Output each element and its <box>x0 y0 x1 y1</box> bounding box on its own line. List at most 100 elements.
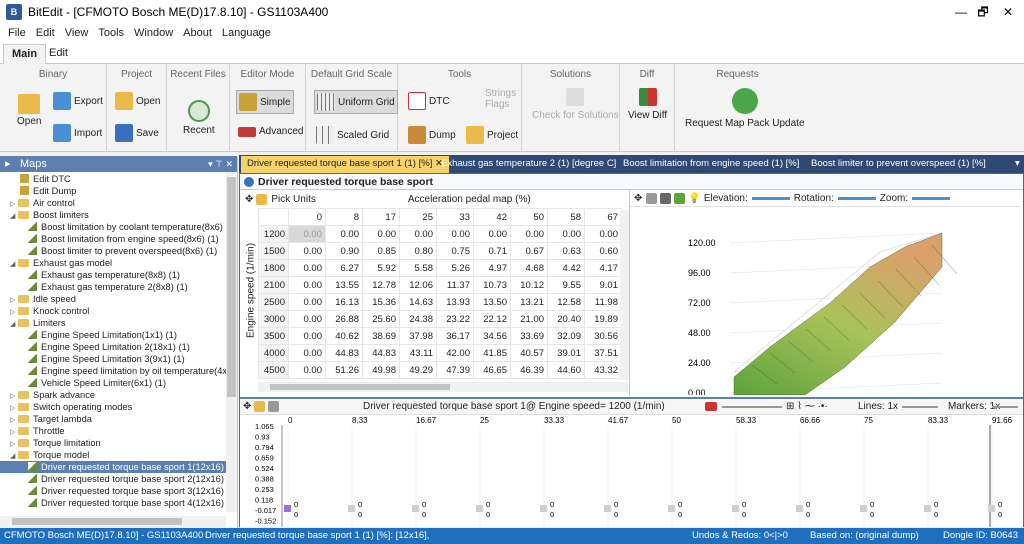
expand-icon[interactable]: ▸ <box>5 156 11 172</box>
tree-item[interactable]: Edit Dump <box>0 185 237 197</box>
data-point[interactable] <box>924 505 931 512</box>
uniform-grid-button[interactable]: Uniform Grid <box>314 90 398 114</box>
tree-item[interactable]: ◢ Exhaust gas model <box>0 257 237 269</box>
table-cell[interactable]: 44.83 <box>325 344 363 362</box>
table-cell[interactable]: 37.98 <box>399 327 437 345</box>
table-cell[interactable]: 37.51 <box>584 344 622 362</box>
table-cell[interactable]: 26.88 <box>325 310 363 328</box>
doc-tab-active[interactable]: Driver requested torque base sport 1 (1)… <box>241 156 449 173</box>
zoom-slider[interactable] <box>912 196 951 200</box>
table-cell[interactable]: 0.00 <box>288 310 326 328</box>
table-cell[interactable]: 0.00 <box>584 225 622 243</box>
table-cell[interactable]: 36.17 <box>436 327 474 345</box>
tree-item[interactable]: Driver requested torque base sport 1(12x… <box>0 461 237 473</box>
table-cell[interactable]: 33.69 <box>510 327 548 345</box>
menu-window[interactable]: Window <box>129 27 178 39</box>
tree-item[interactable]: ▷ Target lambda <box>0 413 237 425</box>
markers-slider[interactable] <box>992 406 1018 408</box>
column-header[interactable]: 67 <box>584 208 622 226</box>
table-cell[interactable]: 16.13 <box>325 293 363 311</box>
table-cell[interactable]: 0.00 <box>399 225 437 243</box>
table-cell[interactable]: 42.00 <box>436 344 474 362</box>
table-cell[interactable]: 0.71 <box>473 242 511 260</box>
tab-menu-icon[interactable]: ▾ <box>1009 156 1024 173</box>
table-cell[interactable]: 5.92 <box>362 259 400 277</box>
rotation-slider[interactable] <box>837 196 876 200</box>
doc-tab[interactable]: Boost limitation from engine speed (1) [… <box>617 156 805 173</box>
table-cell[interactable]: 13.21 <box>510 293 548 311</box>
tree-item[interactable]: ▷ Throttle <box>0 425 237 437</box>
column-header[interactable]: 50 <box>510 208 548 226</box>
tree-item[interactable]: Vehicle Speed Limiter(6x1) (1) <box>0 377 237 389</box>
graph-plot[interactable]: 0 8.33 16.67 25 33.33 41.67 50 58.33 66.66 75 83.3… <box>240 415 1023 527</box>
table-cell[interactable]: 23.22 <box>436 310 474 328</box>
tree-item[interactable]: Boost limiter to prevent overspeed(8x6) … <box>0 245 237 257</box>
data-point[interactable] <box>668 505 675 512</box>
panel-pin-icon[interactable]: ▾ ⊤ ✕ <box>208 156 233 172</box>
tab-edit[interactable]: Edit <box>41 44 76 64</box>
menu-language[interactable]: Language <box>217 27 276 39</box>
column-header[interactable]: 42 <box>473 208 511 226</box>
column-header[interactable]: 25 <box>399 208 437 226</box>
table-cell[interactable]: 4.42 <box>547 259 585 277</box>
tree-item[interactable]: Engine Speed Limitation(1x1) (1) <box>0 329 237 341</box>
table-cell[interactable]: 41.85 <box>473 344 511 362</box>
table-cell[interactable]: 14.63 <box>399 293 437 311</box>
table-cell[interactable]: 39.01 <box>547 344 585 362</box>
table-cell[interactable]: 0.80 <box>399 242 437 260</box>
menu-edit[interactable]: Edit <box>31 27 60 39</box>
table-cell[interactable]: 13.50 <box>473 293 511 311</box>
table-cell[interactable]: 0.00 <box>473 225 511 243</box>
table-cell[interactable]: 4.68 <box>510 259 548 277</box>
tree-item[interactable]: ▷ Spark advance <box>0 389 237 401</box>
table-cell[interactable]: 49.29 <box>399 361 437 379</box>
scroll-thumb[interactable] <box>12 518 182 525</box>
wireframe-icon[interactable] <box>660 192 672 204</box>
table-cell[interactable]: 19.89 <box>584 310 622 328</box>
tree-item[interactable]: Exhaust gas temperature 2(8x8) (1) <box>0 281 237 293</box>
table-cell[interactable]: 4.17 <box>584 259 622 277</box>
menu-tools[interactable]: Tools <box>93 27 129 39</box>
table-cell[interactable]: 44.83 <box>362 344 400 362</box>
table-cell[interactable]: 15.36 <box>362 293 400 311</box>
tree-item[interactable]: Engine Speed Limitation 3(9x1) (1) <box>0 353 237 365</box>
table-cell[interactable]: 30.56 <box>584 327 622 345</box>
move-icon[interactable]: ✥ <box>245 194 253 205</box>
graph-slider[interactable] <box>722 406 782 408</box>
request-map-pack-button[interactable]: Request Map Pack Update <box>685 88 805 129</box>
table-cell[interactable]: 38.69 <box>362 327 400 345</box>
lines-slider[interactable] <box>902 406 938 408</box>
data-point[interactable] <box>540 505 547 512</box>
row-header[interactable]: 1500 <box>258 242 289 260</box>
column-header[interactable]: 17 <box>362 208 400 226</box>
row-header[interactable]: 2500 <box>258 293 289 311</box>
data-point[interactable] <box>476 505 483 512</box>
table-cell[interactable]: 0.00 <box>288 293 326 311</box>
table-cell[interactable]: 25.60 <box>362 310 400 328</box>
table-cell[interactable]: 0.75 <box>436 242 474 260</box>
table-cell[interactable]: 0.00 <box>288 259 326 277</box>
menu-about[interactable]: About <box>178 27 217 39</box>
table-cell[interactable]: 0.00 <box>547 225 585 243</box>
table-cell[interactable]: 34.56 <box>473 327 511 345</box>
table-cell[interactable]: 0.00 <box>288 242 326 260</box>
lightbulb-icon[interactable]: 💡 <box>688 193 700 204</box>
table-cell[interactable]: 43.11 <box>399 344 437 362</box>
tree-scrollbar[interactable] <box>226 172 237 512</box>
recent-button[interactable]: Recent <box>183 100 215 136</box>
table-scrollbar[interactable] <box>620 210 629 380</box>
move-icon[interactable]: ✥ <box>243 401 251 412</box>
table-cell[interactable]: 6.27 <box>325 259 363 277</box>
data-point[interactable] <box>860 505 867 512</box>
table-cell[interactable]: 43.32 <box>584 361 622 379</box>
table-cell[interactable]: 51.26 <box>325 361 363 379</box>
tree-item[interactable]: Driver requested torque base sport 2(12x… <box>0 473 237 485</box>
row-header[interactable]: 4500 <box>258 361 289 379</box>
save-button[interactable]: Save <box>115 124 159 142</box>
data-point[interactable] <box>412 505 419 512</box>
close-button[interactable]: ✕ <box>988 0 1024 24</box>
table-cell[interactable]: 22.12 <box>473 310 511 328</box>
table-cell[interactable]: 0.00 <box>288 327 326 345</box>
scaled-grid-button[interactable]: Scaled Grid <box>316 126 389 144</box>
units-icon[interactable] <box>254 401 266 412</box>
